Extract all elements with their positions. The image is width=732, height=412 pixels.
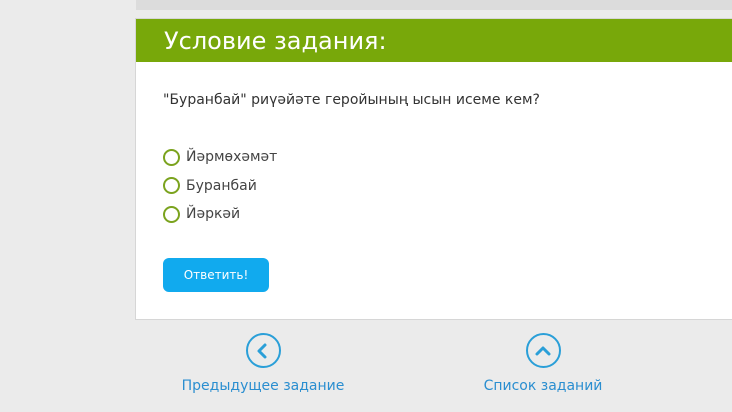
option-label: Буранбай [186, 177, 257, 194]
task-title: Условие задания: [164, 26, 387, 55]
option-2[interactable]: Буранбай [163, 172, 277, 201]
task-list-link[interactable]: Список заданий [484, 333, 602, 394]
top-panel-edge [136, 0, 732, 10]
task-header: Условие задания: [136, 19, 732, 62]
task-list-label[interactable]: Список заданий [484, 378, 603, 394]
option-label: Йәрмөхәмәт [186, 149, 278, 166]
chevron-up-circle-icon[interactable] [525, 333, 561, 368]
option-3[interactable]: Йәркәй [163, 200, 277, 229]
answer-button[interactable]: Ответить! [163, 258, 269, 292]
radio-button[interactable] [163, 148, 180, 166]
task-card: Условие задания: "Буранбай" риүәйәте гер… [135, 18, 732, 320]
option-label: Йәркәй [186, 206, 241, 223]
previous-task-link[interactable]: Предыдущее задание [182, 333, 344, 394]
radio-button[interactable] [163, 177, 180, 195]
chevron-left-circle-icon[interactable] [245, 333, 281, 368]
question-text: "Буранбай" риүәйәте геройының ысын исеме… [163, 92, 540, 108]
answer-options: Йәрмөхәмәт Буранбай Йәркәй [163, 143, 277, 229]
previous-task-label[interactable]: Предыдущее задание [182, 378, 345, 394]
option-1[interactable]: Йәрмөхәмәт [163, 143, 277, 172]
radio-button[interactable] [163, 205, 180, 223]
